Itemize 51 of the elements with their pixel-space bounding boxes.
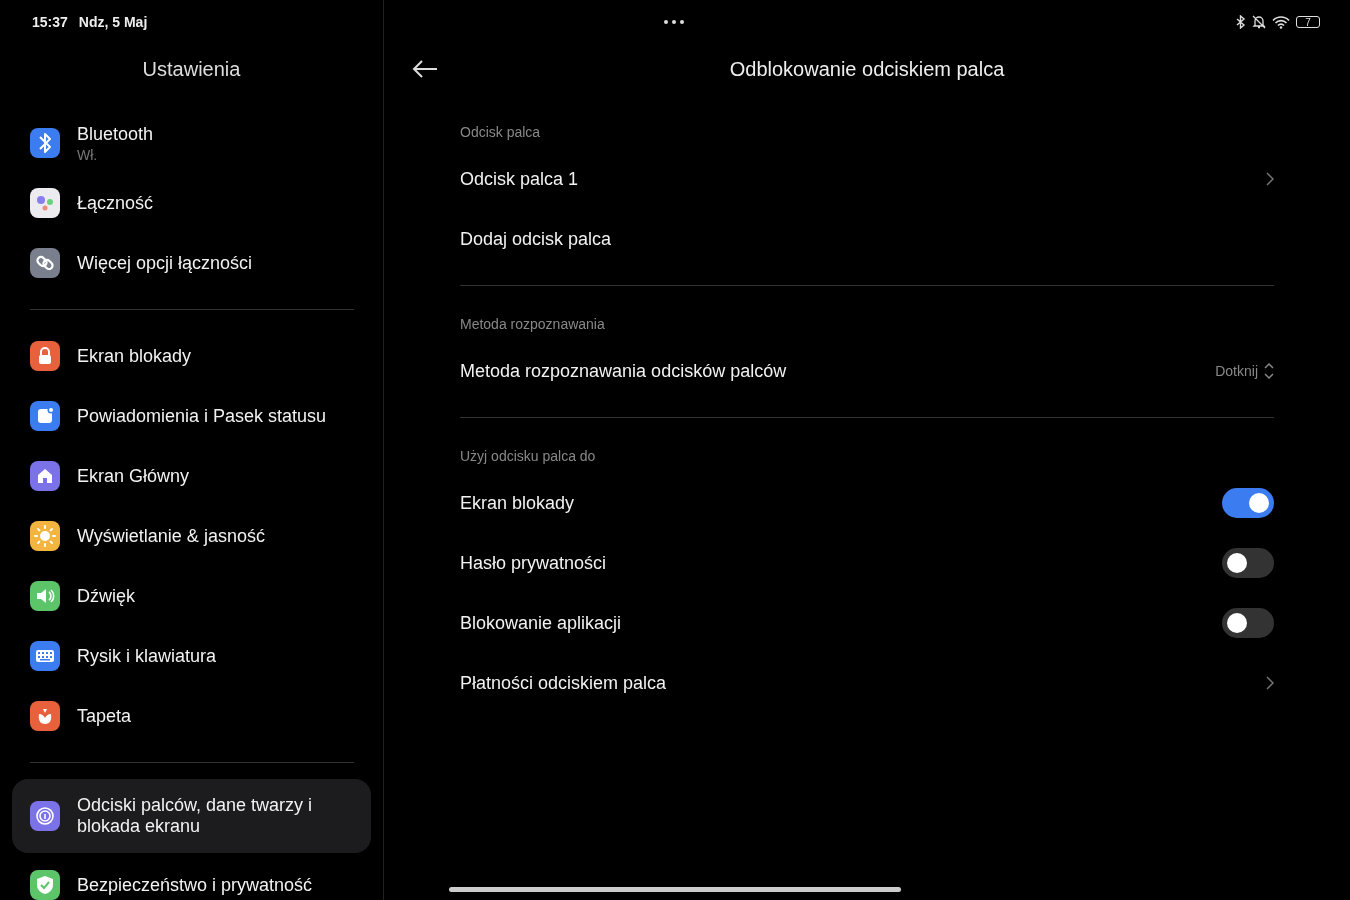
- bluetooth-icon: [1236, 15, 1246, 29]
- notification-icon: [30, 401, 60, 431]
- setting-label[interactable]: Ekran blokady: [460, 492, 1222, 514]
- value-text: Dotknij: [1215, 363, 1258, 379]
- more-dots-icon[interactable]: [664, 20, 684, 24]
- home-icon: [30, 461, 60, 491]
- up-down-chevron-icon: [1264, 362, 1274, 380]
- sidebar-item[interactable]: Powiadomienia i Pasek statusu: [0, 386, 383, 446]
- connectivity-icon: [30, 188, 60, 218]
- toggle-switch[interactable]: [1222, 608, 1274, 638]
- toggle-switch[interactable]: [1222, 488, 1274, 518]
- wifi-icon: [1272, 15, 1290, 29]
- sidebar-title: Ustawienia: [142, 57, 241, 81]
- chevron-right-icon: [1266, 676, 1274, 690]
- sidebar-item[interactable]: Ekran Główny: [0, 446, 383, 506]
- setting-label[interactable]: Odcisk palca 1: [460, 168, 1266, 190]
- setting-label[interactable]: Płatności odciskiem palca: [460, 672, 1266, 694]
- page-title: Odblokowanie odciskiem palca: [728, 57, 1006, 81]
- status-time: 15:37: [32, 14, 68, 30]
- fingerprint-icon: [30, 801, 60, 831]
- sidebar-item[interactable]: Rysik i klawiatura: [0, 626, 383, 686]
- sidebar-item[interactable]: Tapeta: [0, 686, 383, 746]
- lock-icon: [30, 341, 60, 371]
- sidebar-item[interactable]: Więcej opcji łączności: [0, 233, 383, 293]
- wallpaper-icon: [30, 701, 60, 731]
- setting-label[interactable]: Hasło prywatności: [460, 552, 1222, 574]
- speaker-icon: [30, 581, 60, 611]
- sun-icon: [30, 521, 60, 551]
- sidebar-item[interactable]: Ekran blokady: [0, 326, 383, 386]
- section-header: Odcisk palca: [460, 124, 541, 140]
- sidebar-item[interactable]: Wyświetlanie & jasność: [0, 506, 383, 566]
- keyboard-icon: [30, 641, 60, 671]
- muted-bell-icon: [1252, 15, 1266, 29]
- sidebar-item[interactable]: Odciski palców, dane twarzy i blokada ekranu: [12, 779, 371, 853]
- setting-label[interactable]: Blokowanie aplikacji: [460, 612, 1222, 634]
- sidebar-item[interactable]: Łączność: [0, 173, 383, 233]
- back-button[interactable]: [412, 59, 438, 79]
- toggle-switch[interactable]: [1222, 548, 1274, 578]
- setting-label[interactable]: Dodaj odcisk palca: [460, 228, 1274, 250]
- section-header: Metoda rozpoznawania: [460, 316, 605, 332]
- section-header: Użyj odcisku palca do: [460, 448, 596, 464]
- shield-icon: [30, 870, 60, 900]
- sidebar-item[interactable]: Bezpieczeństwo i prywatność: [0, 855, 383, 900]
- bluetooth-icon: [30, 128, 60, 158]
- link-icon: [30, 248, 60, 278]
- chevron-right-icon: [1266, 172, 1274, 186]
- battery-icon: 7: [1296, 16, 1320, 28]
- sidebar-item[interactable]: Dźwięk: [0, 566, 383, 626]
- sidebar-item[interactable]: Bluetooth Wł.: [0, 113, 383, 173]
- status-date: Ndz, 5 Maj: [78, 14, 148, 30]
- setting-label[interactable]: Metoda rozpoznawania odcisków palców: [460, 360, 1216, 382]
